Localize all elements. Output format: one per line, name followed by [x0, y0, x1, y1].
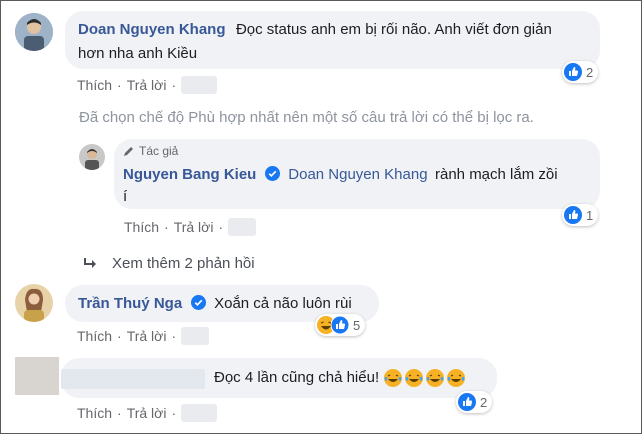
separator-dot: · — [117, 77, 122, 93]
separator-dot: · — [117, 328, 122, 344]
reply-link[interactable]: Trả lời — [174, 219, 214, 235]
comment-bubble-1: Doan Nguyen Khang Đọc status anh em bị r… — [65, 11, 600, 69]
laughing-tears-icon — [405, 369, 424, 387]
comment-actions-2: Thích · Trả lời · — [77, 327, 210, 345]
separator-dot: · — [171, 328, 177, 344]
reply-link[interactable]: Trả lời — [127, 328, 167, 344]
redacted-author-name — [61, 369, 205, 389]
laughing-tears-icon — [426, 369, 445, 387]
avatar-doan-nguyen-khang[interactable] — [15, 13, 53, 51]
reply-text-line2: í — [123, 188, 128, 205]
like-icon — [458, 393, 476, 411]
reply-link[interactable]: Trả lời — [127, 405, 167, 421]
verified-badge-icon — [264, 166, 280, 181]
redacted-avatar — [15, 357, 59, 395]
separator-dot: · — [171, 77, 177, 93]
reply-bubble-1: Tác giả Nguyen Bang Kieu Doan Nguyen Kha… — [114, 139, 600, 209]
author-badge: Tác giả — [123, 144, 178, 158]
like-icon — [564, 63, 582, 81]
reply-arrow-icon — [84, 257, 96, 268]
like-icon — [564, 206, 582, 224]
separator-dot: · — [218, 219, 224, 235]
mention-link[interactable]: Doan Nguyen Khang — [288, 166, 427, 183]
reply-link[interactable]: Trả lời — [127, 77, 167, 93]
emoji-group — [382, 368, 466, 388]
separator-dot: · — [164, 219, 169, 235]
like-link[interactable]: Thích — [77, 328, 112, 344]
reply-actions-1: Thích · Trả lời · — [124, 218, 257, 236]
laughing-tears-icon — [447, 369, 466, 387]
like-icon — [331, 316, 349, 334]
avatar-nguyen-bang-kieu[interactable] — [79, 144, 105, 170]
reaction-summary-2[interactable]: 1 — [562, 204, 599, 226]
redacted-timestamp — [228, 218, 257, 236]
comments-panel: Doan Nguyen Khang Đọc status anh em bị r… — [0, 0, 642, 434]
reaction-summary-4[interactable]: 2 — [456, 391, 493, 413]
reaction-count: 1 — [586, 207, 594, 223]
like-link[interactable]: Thích — [124, 219, 159, 235]
separator-dot: · — [117, 405, 122, 421]
separator-dot: · — [171, 405, 177, 421]
laughing-tears-icon — [384, 369, 403, 387]
like-link[interactable]: Thích — [77, 77, 112, 93]
reply-author[interactable]: Nguyen Bang Kieu — [123, 166, 256, 183]
comment-text-line2: hơn nha anh Kiều — [78, 45, 198, 62]
reply-text: rành mạch lắm zồi — [435, 166, 558, 183]
comment-author[interactable]: Trần Thuý Nga — [78, 295, 182, 312]
reaction-summary-3[interactable]: 5 — [315, 314, 366, 336]
filter-notice: Đã chọn chế độ Phù hợp nhất nên một số c… — [79, 109, 534, 126]
reaction-count: 2 — [480, 394, 488, 410]
reaction-count: 2 — [586, 64, 594, 80]
comment-bubble-3: Đọc 4 lần cũng chả hiểu! — [61, 358, 497, 398]
redacted-timestamp — [181, 76, 218, 94]
comment-actions-1: Thích · Trả lời · — [77, 76, 218, 94]
like-link[interactable]: Thích — [77, 405, 112, 421]
reaction-count: 5 — [353, 317, 361, 333]
avatar-tran-thuy-nga[interactable] — [15, 284, 53, 322]
redacted-timestamp — [181, 327, 210, 345]
comment-text-line1: Đọc status anh em bị rối não. Anh viết đ… — [235, 21, 552, 38]
comment-actions-3: Thích · Trả lời · — [77, 404, 218, 422]
author-badge-label: Tác giả — [139, 144, 179, 158]
pencil-icon — [124, 147, 133, 156]
see-more-replies[interactable]: Xem thêm 2 phản hồi — [83, 255, 255, 272]
see-more-label[interactable]: Xem thêm 2 phản hồi — [112, 255, 255, 272]
reaction-summary-1[interactable]: 2 — [562, 61, 599, 83]
redacted-timestamp — [181, 404, 218, 422]
comment-author[interactable]: Doan Nguyen Khang — [78, 21, 226, 38]
comment-text: Xoắn cả não luôn rùi — [214, 295, 352, 312]
comment-text: Đọc 4 lần cũng chả hiểu! — [214, 369, 380, 386]
verified-badge-icon — [190, 295, 206, 310]
